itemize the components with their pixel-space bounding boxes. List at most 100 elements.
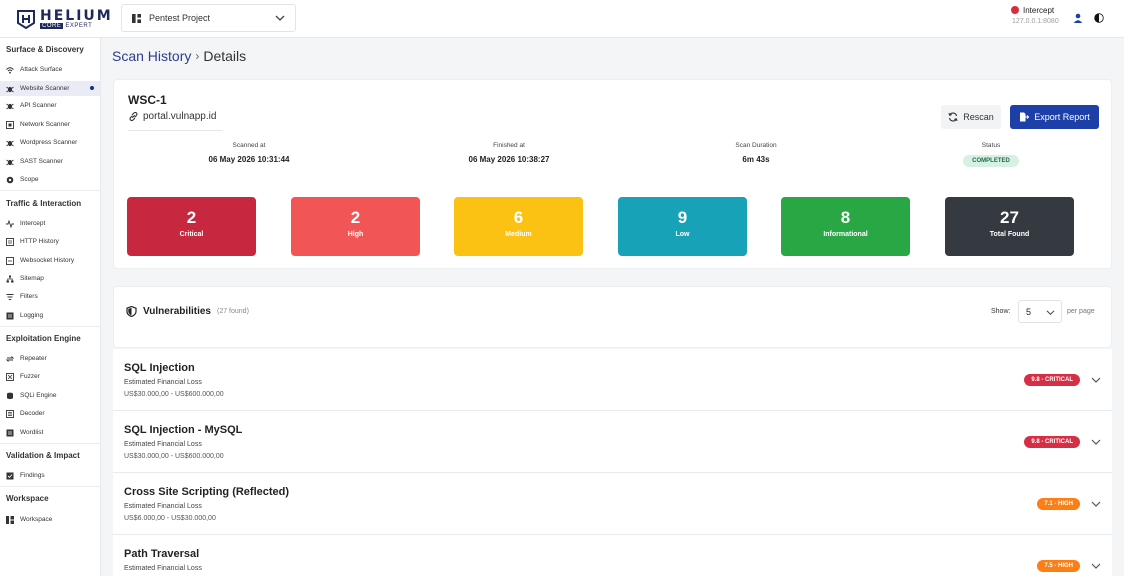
vulnerability-name: Path Traversal <box>124 548 200 560</box>
export-report-button[interactable]: Export Report <box>1010 105 1099 129</box>
vulnerability-name: SQL Injection <box>124 362 195 374</box>
intercept-status[interactable]: Intercept 127.0.0.1:8080 <box>1011 6 1059 25</box>
sidebar-section-title: Traffic & Interaction <box>6 199 82 208</box>
financial-loss-label: Estimated Financial Loss <box>124 441 202 448</box>
websocket-icon <box>6 256 14 265</box>
breadcrumb-scan-history[interactable]: Scan History <box>112 48 191 64</box>
user-icon[interactable] <box>1073 13 1083 23</box>
scan-target-url[interactable]: portal.vulnapp.id <box>143 111 216 122</box>
sidebar-item-http-history[interactable]: HTTP History <box>0 234 100 249</box>
scan-duration-block: Scan Duration 6m 43s <box>671 142 841 164</box>
rescan-button[interactable]: Rescan <box>941 105 1001 129</box>
financial-loss-value: US$6.000,00 - US$30.000,00 <box>124 515 216 522</box>
chevron-right-icon: › <box>195 49 200 63</box>
severity-badge: 7.5 - HIGH <box>1037 560 1080 572</box>
sidebar-item-label: SQLi Engine <box>20 392 57 399</box>
shield-icon <box>126 306 137 317</box>
page-size-value: 5 <box>1026 306 1032 317</box>
intercept-status-dot <box>1011 6 1019 14</box>
stat-count: 2 <box>350 208 361 227</box>
finished-at-block: Finished at 06 May 2026 10:38:27 <box>424 142 594 164</box>
sidebar-item-network-scanner[interactable]: Network Scanner <box>0 117 100 132</box>
finished-at-label: Finished at <box>493 142 525 149</box>
sidebar-item-label: Websocket History <box>20 257 75 264</box>
vulnerability-name: SQL Injection - MySQL <box>124 424 243 436</box>
sidebar-item-websocket-history[interactable]: Websocket History <box>0 253 100 268</box>
sidebar-item-sast-scanner[interactable]: SAST Scanner <box>0 154 100 169</box>
stat-label: Total Found <box>989 231 1030 238</box>
scan-duration-value: 6m 43s <box>742 155 770 164</box>
network-icon <box>6 120 14 129</box>
chevron-down-icon[interactable] <box>1091 499 1101 509</box>
sidebar-item-website-scanner[interactable]: Website Scanner <box>0 81 100 96</box>
vulnerability-row[interactable]: Path Traversal Estimated Financial Loss … <box>113 535 1112 576</box>
sidebar-item-logging[interactable]: Logging <box>0 308 100 323</box>
sidebar-item-intercept[interactable]: Intercept <box>0 216 100 231</box>
financial-loss-label: Estimated Financial Loss <box>124 503 202 510</box>
sidebar-divider <box>0 486 101 487</box>
sidebar-item-label: Decoder <box>20 410 45 417</box>
top-bar: HELIUM CORE EXPERT Pentest Project Inter… <box>0 0 1124 38</box>
sidebar-item-findings[interactable]: Findings <box>0 468 100 483</box>
refresh-icon <box>948 112 958 122</box>
brand-tag-expert: EXPERT <box>65 22 93 29</box>
chevron-down-icon[interactable] <box>1091 437 1101 447</box>
project-selector[interactable]: Pentest Project <box>121 4 296 32</box>
sidebar-item-attack-surface[interactable]: Attack Surface <box>0 62 100 77</box>
project-icon <box>132 13 141 23</box>
sidebar-item-decoder[interactable]: Decoder <box>0 406 100 421</box>
sidebar-item-fuzzer[interactable]: Fuzzer <box>0 369 100 384</box>
sidebar-item-label: Findings <box>20 472 45 479</box>
sidebar-item-workspace[interactable]: Workspace <box>0 512 100 527</box>
sidebar-item-sqli-engine[interactable]: SQLi Engine <box>0 388 100 403</box>
stat-count: 2 <box>186 208 197 227</box>
vulnerability-row[interactable]: SQL Injection - MySQL Estimated Financia… <box>113 411 1112 473</box>
theme-toggle-icon[interactable] <box>1094 13 1104 23</box>
stat-critical[interactable]: 2 Critical <box>127 197 256 256</box>
sidebar-section-title: Exploitation Engine <box>6 334 81 343</box>
sidebar-item-label: HTTP History <box>20 238 59 245</box>
chevron-down-icon[interactable] <box>1091 561 1101 571</box>
chevron-down-icon[interactable] <box>1091 375 1101 385</box>
database-icon <box>7 392 13 399</box>
sidebar-item-label: Logging <box>20 312 44 319</box>
fuzzer-icon <box>6 372 14 381</box>
stat-medium[interactable]: 6 Medium <box>454 197 583 256</box>
findings-icon <box>6 472 14 479</box>
helium-logo[interactable]: HELIUM CORE EXPERT <box>16 6 113 32</box>
vulnerability-name: Cross Site Scripting (Reflected) <box>124 486 290 498</box>
sidebar-item-wordlist[interactable]: Wordlist <box>0 425 100 440</box>
brand-name: HELIUM <box>40 7 113 24</box>
stat-label: Low <box>675 231 690 238</box>
stat-label: High <box>347 231 364 238</box>
show-label: Show: <box>991 308 1011 315</box>
vulnerabilities-title-text: Vulnerabilities <box>143 306 211 317</box>
sidebar-item-scope[interactable]: Scope <box>0 172 100 187</box>
sidebar-item-filters[interactable]: Filters <box>0 289 100 304</box>
stat-high[interactable]: 2 High <box>291 197 420 256</box>
vulnerability-row[interactable]: SQL Injection Estimated Financial Loss U… <box>113 349 1112 411</box>
stat-informational[interactable]: 8 Informational <box>781 197 910 256</box>
vulnerabilities-count: (27 found) <box>216 308 249 315</box>
sidebar-item-wordpress-scanner[interactable]: Wordpress Scanner <box>0 135 100 150</box>
severity-badge: 9.8 - CRITICAL <box>1024 374 1080 386</box>
sidebar-item-label: Workspace <box>20 516 53 523</box>
chevron-down-icon <box>275 15 285 21</box>
scanned-at-value: 06 May 2026 10:31:44 <box>208 155 290 164</box>
sidebar-item-label: Fuzzer <box>20 373 40 380</box>
stat-count: 27 <box>1000 208 1019 227</box>
page-size-select[interactable]: 5 <box>1018 300 1062 323</box>
stat-count: 9 <box>677 208 688 227</box>
workspace-icon <box>6 515 14 524</box>
sidebar-divider <box>0 326 101 327</box>
stat-total-found[interactable]: 27 Total Found <box>945 197 1074 256</box>
filter-icon <box>6 293 14 300</box>
scan-duration-label: Scan Duration <box>735 142 777 149</box>
stat-low[interactable]: 9 Low <box>618 197 747 256</box>
status-block: Status COMPLETED <box>906 142 1076 167</box>
sidebar-item-api-scanner[interactable]: API Scanner <box>0 98 100 113</box>
vulnerability-row[interactable]: Cross Site Scripting (Reflected) Estimat… <box>113 473 1112 535</box>
sidebar-item-sitemap[interactable]: Sitemap <box>0 271 100 286</box>
sidebar-item-repeater[interactable]: Repeater <box>0 351 100 366</box>
stat-label: Informational <box>823 231 868 238</box>
